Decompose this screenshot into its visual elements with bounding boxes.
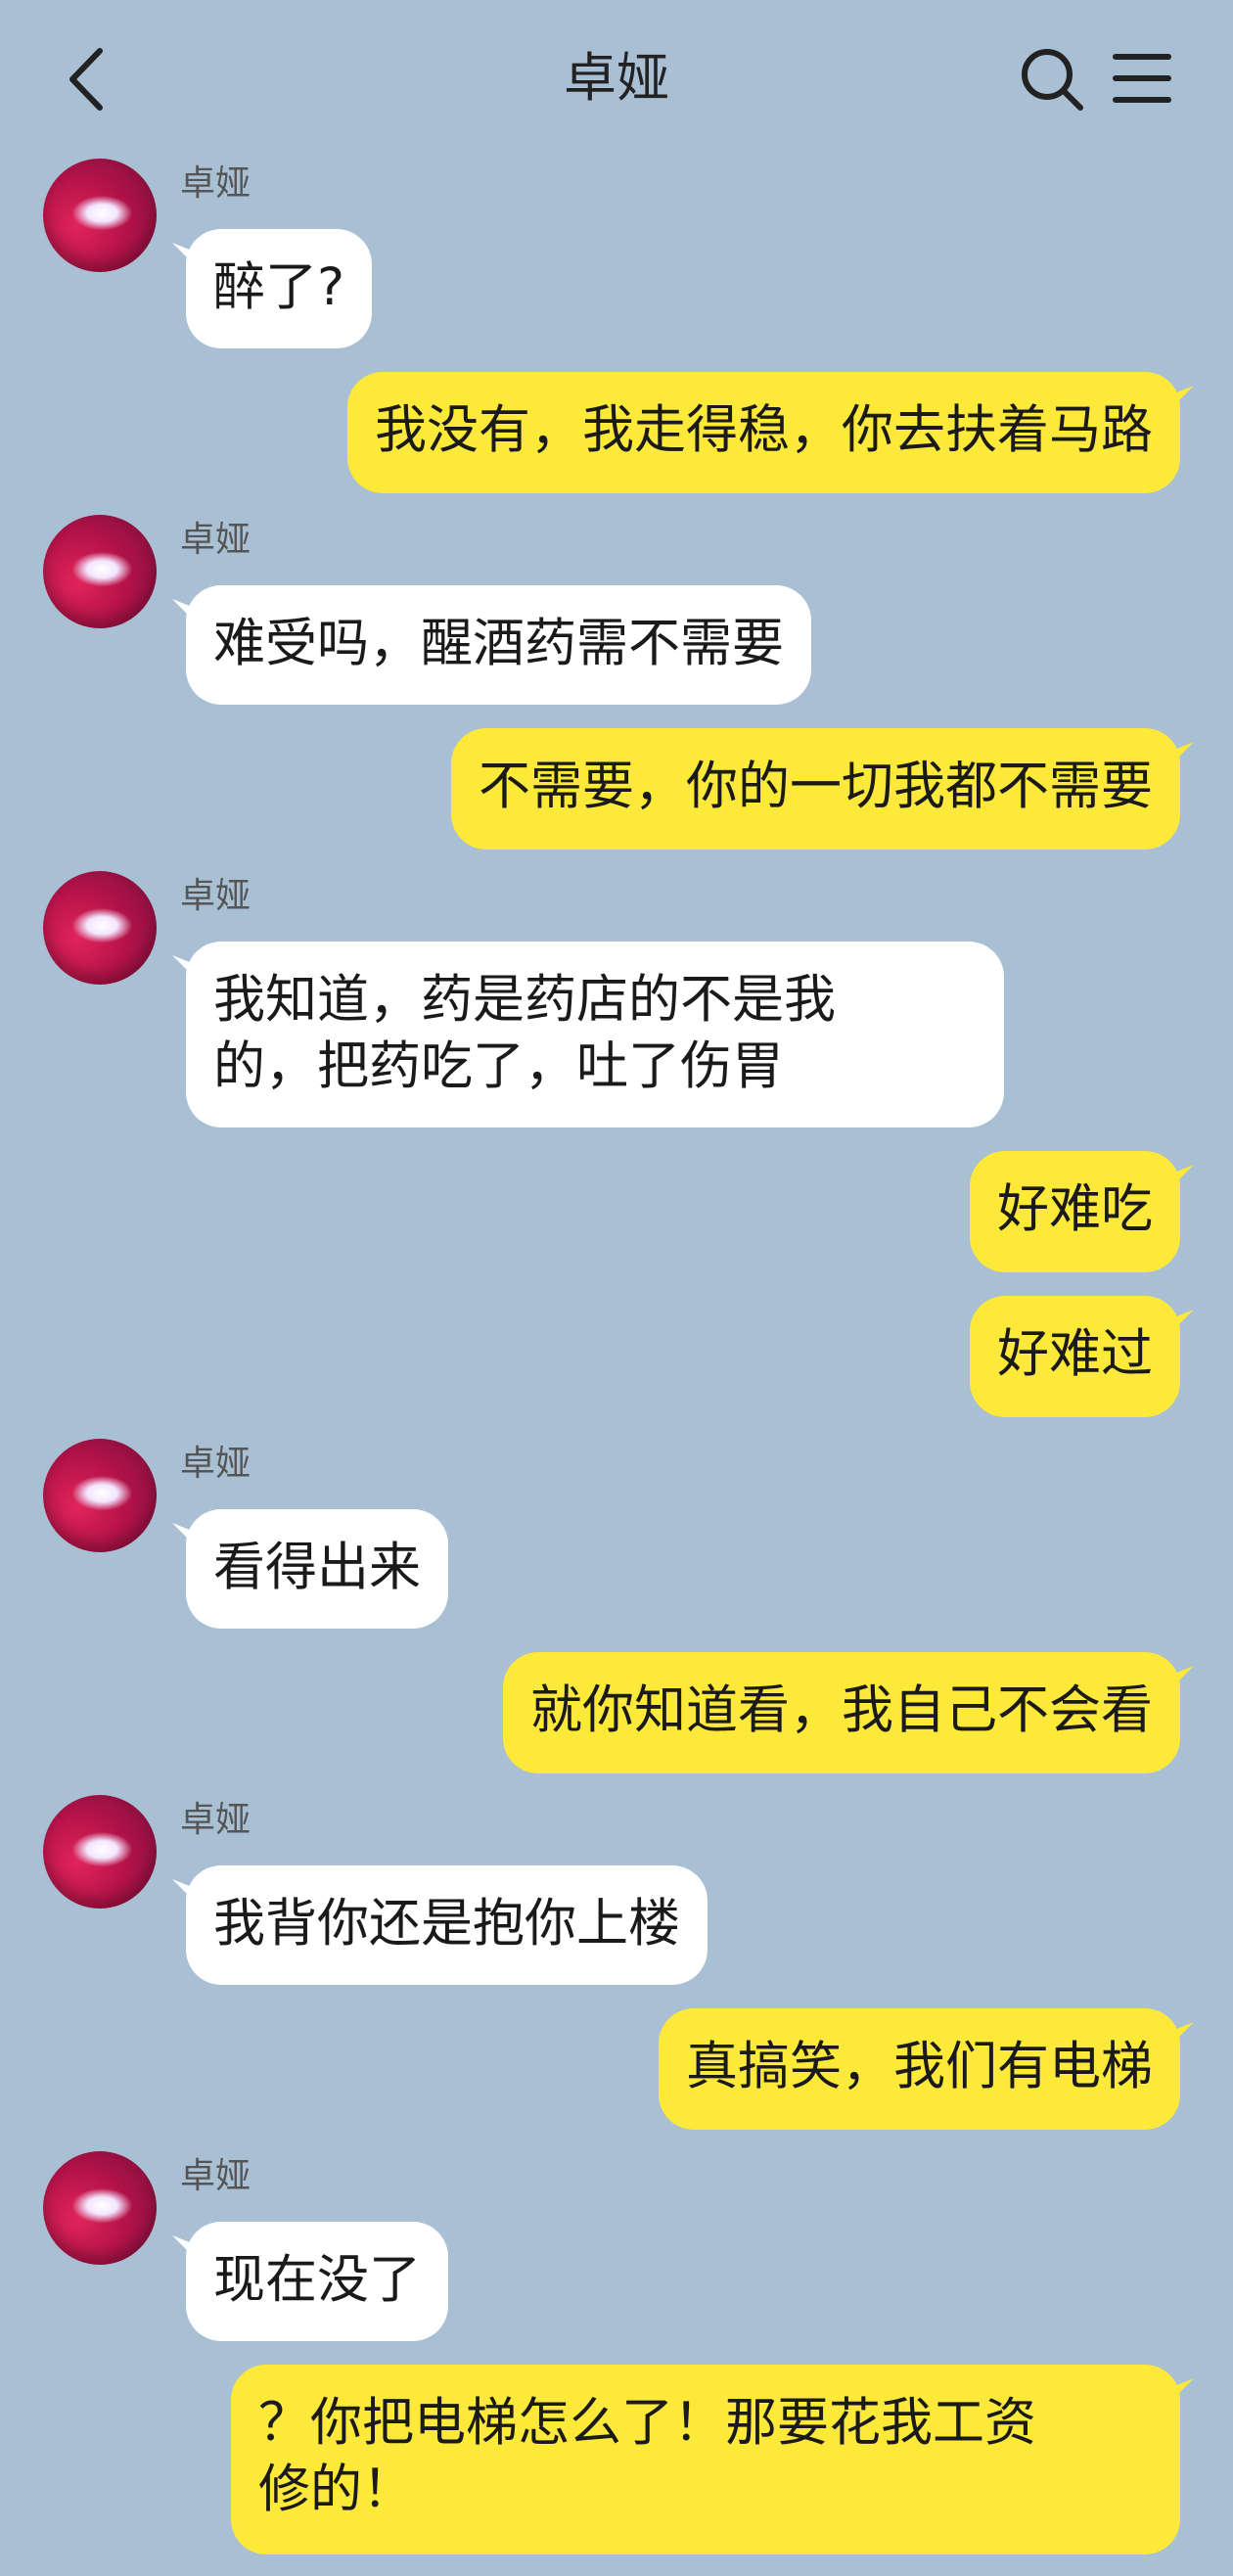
contact-avatar[interactable] [43, 1795, 157, 1909]
sender-name: 卓娅 [180, 1444, 251, 1484]
outgoing-message-bubble[interactable]: 不需要，你的一切我都不需要 [451, 728, 1180, 850]
incoming-message-bubble[interactable]: 看得出来 [186, 1509, 448, 1629]
outgoing-message-bubble[interactable]: 真搞笑，我们有电梯 [659, 2008, 1180, 2130]
search-icon[interactable] [1018, 45, 1086, 114]
sender-name: 卓娅 [180, 876, 251, 916]
contact-avatar[interactable] [43, 515, 157, 628]
sender-name: 卓娅 [180, 1800, 251, 1840]
message-line: ？你把电梯怎么了！那要花我工资 [258, 2393, 1036, 2453]
contact-avatar[interactable] [43, 871, 157, 985]
sender-name: 卓娅 [180, 163, 251, 204]
outgoing-message-bubble[interactable]: 我没有，我走得稳，你去扶着马路 [347, 372, 1180, 493]
contact-avatar[interactable] [43, 159, 157, 272]
incoming-message-bubble[interactable]: 难受吗，醒酒药需不需要 [186, 585, 811, 705]
contact-avatar[interactable] [43, 1439, 157, 1552]
sender-name: 卓娅 [180, 520, 251, 560]
message-line: 的，把药吃了，吐了伤胃 [213, 1036, 784, 1096]
incoming-message-bubble[interactable]: 醉了? [186, 229, 373, 348]
outgoing-message-bubble[interactable]: 好难吃 [970, 1151, 1180, 1272]
chat-header: 卓娅 [0, 0, 1233, 157]
menu-icon[interactable] [1112, 49, 1172, 108]
message-line: 我知道，药是药店的不是我 [213, 970, 836, 1030]
sender-name: 卓娅 [180, 2156, 251, 2196]
incoming-message-bubble[interactable]: 我背你还是抱你上楼 [186, 1865, 708, 1985]
outgoing-message-bubble[interactable]: 好难过 [970, 1296, 1180, 1417]
message-line: 修的！ [258, 2460, 414, 2519]
outgoing-message-bubble[interactable]: 就你知道看，我自己不会看 [503, 1652, 1180, 1773]
outgoing-message-bubble[interactable]: ？你把电梯怎么了！那要花我工资 修的！ [231, 2365, 1180, 2554]
contact-avatar[interactable] [43, 2151, 157, 2265]
incoming-message-bubble[interactable]: 现在没了 [186, 2222, 448, 2341]
incoming-message-bubble[interactable]: 我知道，药是药店的不是我 的，把药吃了，吐了伤胃 [186, 942, 1004, 1127]
